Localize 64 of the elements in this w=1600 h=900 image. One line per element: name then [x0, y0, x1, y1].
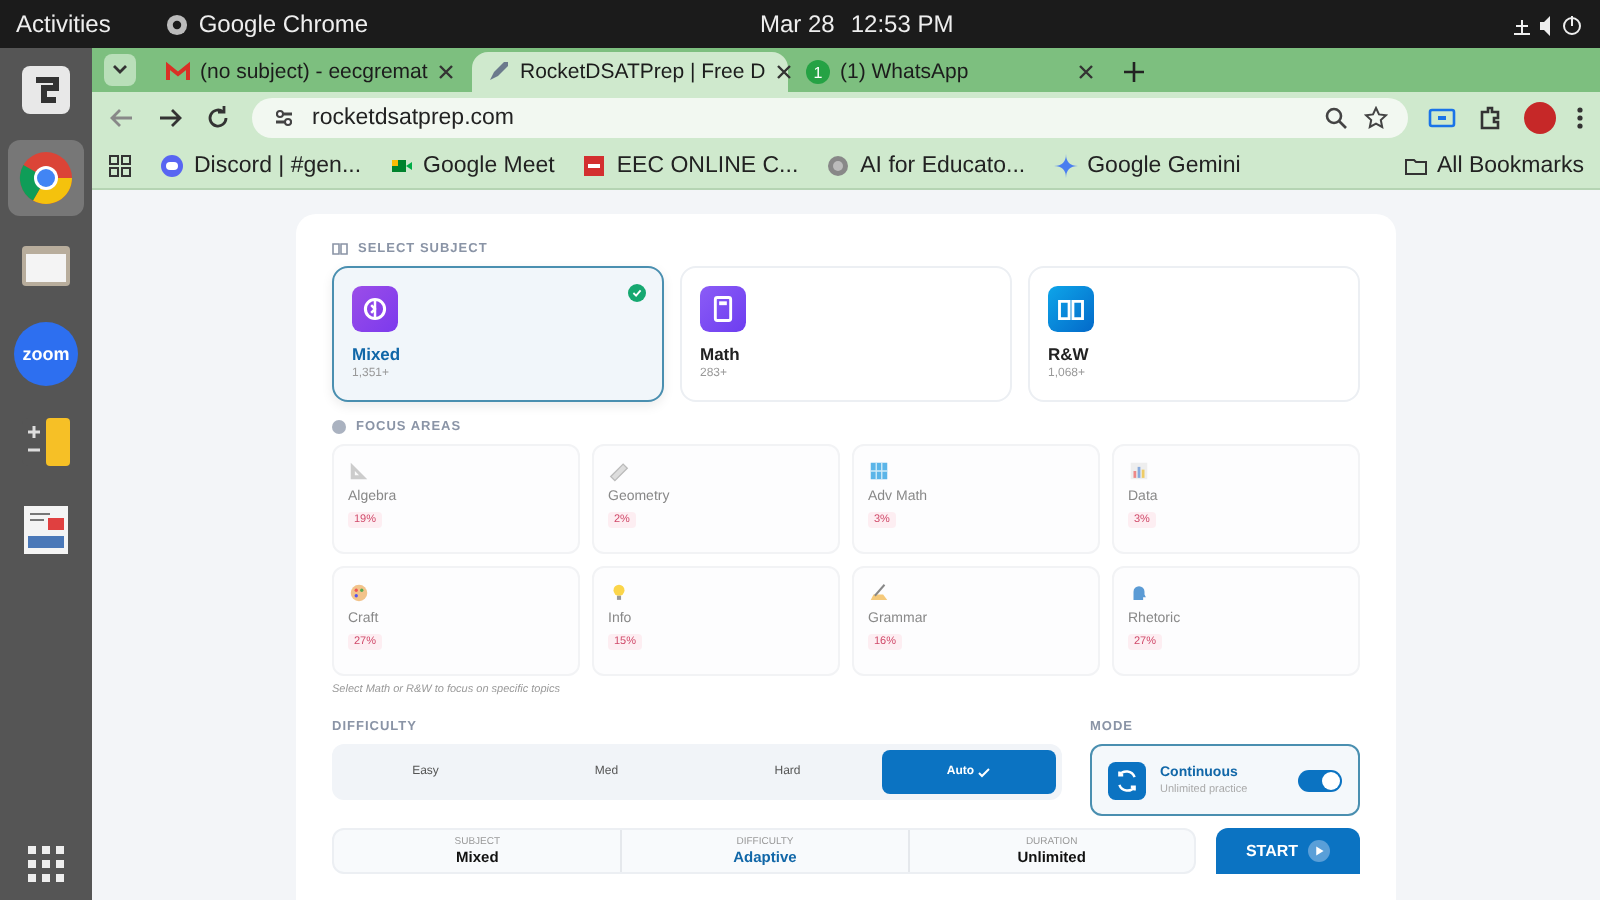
- bookmark[interactable]: Discord | #gen...: [160, 154, 362, 178]
- back-icon[interactable]: [108, 104, 136, 132]
- toggle-switch[interactable]: [1298, 769, 1342, 791]
- globe-icon: [826, 154, 851, 178]
- logo-icon: [582, 154, 607, 178]
- head-icon: [1128, 582, 1150, 604]
- forward-icon[interactable]: [156, 104, 184, 132]
- subject-name: R&W: [1048, 344, 1089, 364]
- browser-tab[interactable]: 1 (1) WhatsApp: [792, 52, 1108, 92]
- check-icon: [978, 767, 991, 777]
- mail-icon: [166, 60, 190, 84]
- subject-name: Mixed: [352, 344, 401, 364]
- discord-icon: [160, 154, 184, 178]
- menu-icon[interactable]: [1576, 104, 1584, 132]
- close-icon[interactable]: [775, 64, 792, 80]
- grid-icon: [868, 460, 890, 482]
- video-camera-icon: [389, 154, 414, 178]
- app-grid-icon[interactable]: [26, 844, 66, 884]
- screen-cast-icon[interactable]: [1428, 104, 1456, 132]
- tab-search-button[interactable]: [104, 54, 136, 86]
- address-bar[interactable]: rocketdsatprep.com: [252, 98, 1408, 138]
- activities-button[interactable]: Activities: [16, 10, 111, 38]
- book-icon: [332, 242, 348, 256]
- clock-text[interactable]: 12:53 PM: [850, 10, 954, 38]
- chevron-icon: [112, 64, 128, 76]
- notification-badge: 1: [806, 60, 830, 84]
- bookmark[interactable]: EEC ONLINE C...: [582, 154, 799, 178]
- star-icon[interactable]: [1364, 106, 1388, 130]
- chrome-app-icon[interactable]: [8, 140, 84, 216]
- close-icon[interactable]: [1078, 64, 1094, 80]
- bookmark[interactable]: Google Meet: [389, 154, 555, 178]
- zoom-app-icon[interactable]: zoom: [14, 322, 78, 386]
- writing-hand-icon: [868, 582, 890, 604]
- date-text[interactable]: Mar 28: [760, 10, 835, 38]
- site-settings-icon[interactable]: [272, 106, 296, 130]
- chrome-icon: [166, 13, 189, 35]
- browser-tab[interactable]: RocketDSATPrep | Free D: [472, 52, 788, 92]
- calculator-icon: [700, 286, 746, 332]
- triangle-ruler-icon: [348, 460, 370, 482]
- check-icon: [628, 284, 646, 302]
- bar-chart-icon: [1128, 460, 1150, 482]
- book-icon: [1048, 286, 1094, 332]
- sparkle-icon: [1053, 154, 1078, 178]
- refresh-icon: [1108, 761, 1146, 799]
- system-tray-icon[interactable]: [1512, 13, 1584, 35]
- folder-icon: [1403, 154, 1427, 178]
- all-bookmarks-button[interactable]: All Bookmarks: [1403, 154, 1584, 178]
- zoom-icon[interactable]: [1324, 106, 1348, 130]
- apps-icon[interactable]: [108, 154, 132, 178]
- play-icon: [1308, 840, 1331, 862]
- app-menu[interactable]: Google Chrome: [198, 10, 369, 38]
- bookmark[interactable]: AI for Educato...: [826, 154, 1026, 178]
- new-tab-icon[interactable]: [1124, 62, 1144, 82]
- bookmark[interactable]: Google Gemini: [1053, 154, 1241, 178]
- profile-avatar[interactable]: [1524, 102, 1556, 134]
- subject-name: Math: [700, 344, 740, 364]
- close-icon[interactable]: [438, 64, 454, 80]
- extensions-icon[interactable]: [1476, 104, 1504, 132]
- light-bulb-icon: [608, 582, 630, 604]
- browser-tab[interactable]: (no subject) - eecgremat: [152, 52, 468, 92]
- start-button[interactable]: START: [1216, 828, 1360, 874]
- reload-icon[interactable]: [204, 104, 232, 132]
- palette-icon: [348, 582, 370, 604]
- ruler-icon: [608, 460, 630, 482]
